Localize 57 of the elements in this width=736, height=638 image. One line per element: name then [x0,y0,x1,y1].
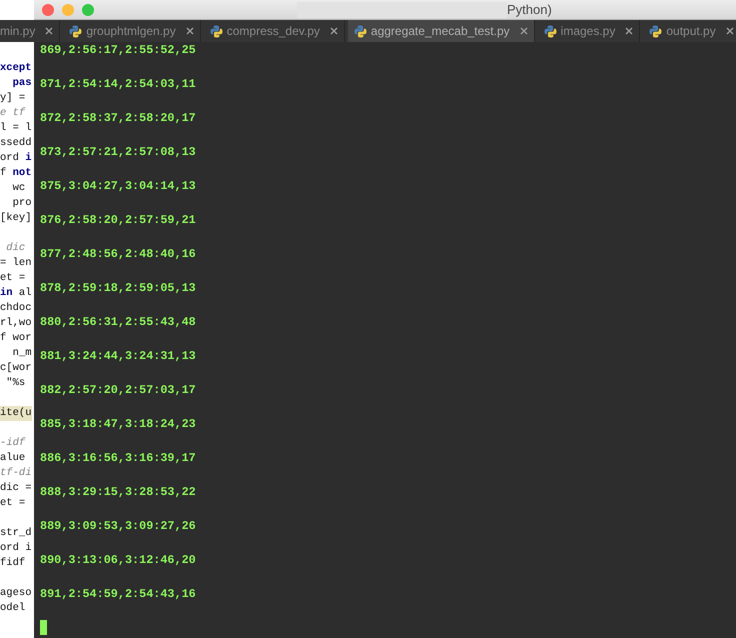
code-line: f wor [0,332,32,344]
code-line: pro [12,197,32,209]
code-comment: e tf [0,107,26,119]
code-line: wc [12,182,26,194]
code-line: rl,wo [0,317,32,329]
code-comment: dic [5,242,26,254]
code-line: et = [0,497,26,509]
code-line: pas [12,77,32,89]
output-line: 872,2:58:37,2:58:20,17 [40,111,196,125]
code-line: ord i [0,152,32,164]
code-line: odel [0,602,26,614]
output-line: 878,2:59:18,2:59:05,13 [40,281,196,295]
output-line: 890,3:13:06,3:12:46,20 [40,553,196,567]
code-comment: -idf [0,437,26,449]
output-line: 889,3:09:53,3:09:27,26 [40,519,196,533]
output-line: 886,3:16:56,3:16:39,17 [40,451,196,465]
code-line: ord i [0,542,32,554]
output-line: 885,3:18:47,3:18:24,23 [40,417,196,431]
code-line: [key] [0,212,32,224]
code-line: ssedd [0,137,32,149]
code-line: str_d [0,527,32,539]
output-line: 877,2:48:56,2:48:40,16 [40,247,196,261]
code-line: = len [0,257,32,269]
code-comment: tf-di [0,467,32,479]
output-line: 888,3:29:15,3:28:53,22 [40,485,196,499]
output-line: 875,3:04:27,3:04:14,13 [40,179,196,193]
code-line: "%s [5,377,26,389]
close-icon[interactable] [186,27,194,35]
output-line: 873,2:57:21,2:57:08,13 [40,145,196,159]
close-icon[interactable] [625,27,634,35]
output-line: 869,2:56:17,2:55:52,25 [40,43,196,57]
code-line: chdoc [0,302,32,314]
code-line: alue [0,452,26,464]
code-line: fidf [0,557,26,569]
output-line: 876,2:58:20,2:57:59,21 [40,213,196,227]
output-line: 880,2:56:31,2:55:43,48 [40,315,196,329]
close-button[interactable] [42,4,54,16]
close-icon[interactable] [726,27,734,35]
code-line: dic = [0,482,32,494]
code-line: c[wor [0,362,32,374]
code-line: f not [0,167,32,179]
close-icon[interactable] [520,27,528,35]
close-icon[interactable] [330,27,338,35]
file-tab[interactable]: aggregate_mecab_test.py [348,20,535,42]
code-line: y] = [0,92,26,104]
close-icon[interactable] [45,27,54,35]
output-line: 871,2:54:14,2:54:03,11 [40,77,196,91]
output-line: 891,2:54:59,2:54:43,16 [40,587,196,601]
output-line: 882,2:57:20,2:57:03,17 [40,383,196,397]
code-line: n_m [12,347,32,359]
window-title: Python) [507,0,552,19]
code-line: et = [0,272,26,284]
code-line: l = l [0,122,32,134]
code-line: ageso [0,587,32,599]
code-line: xcept [0,62,32,74]
code-line: in al [0,287,32,299]
output-line: 881,3:24:44,3:24:31,13 [40,349,196,363]
